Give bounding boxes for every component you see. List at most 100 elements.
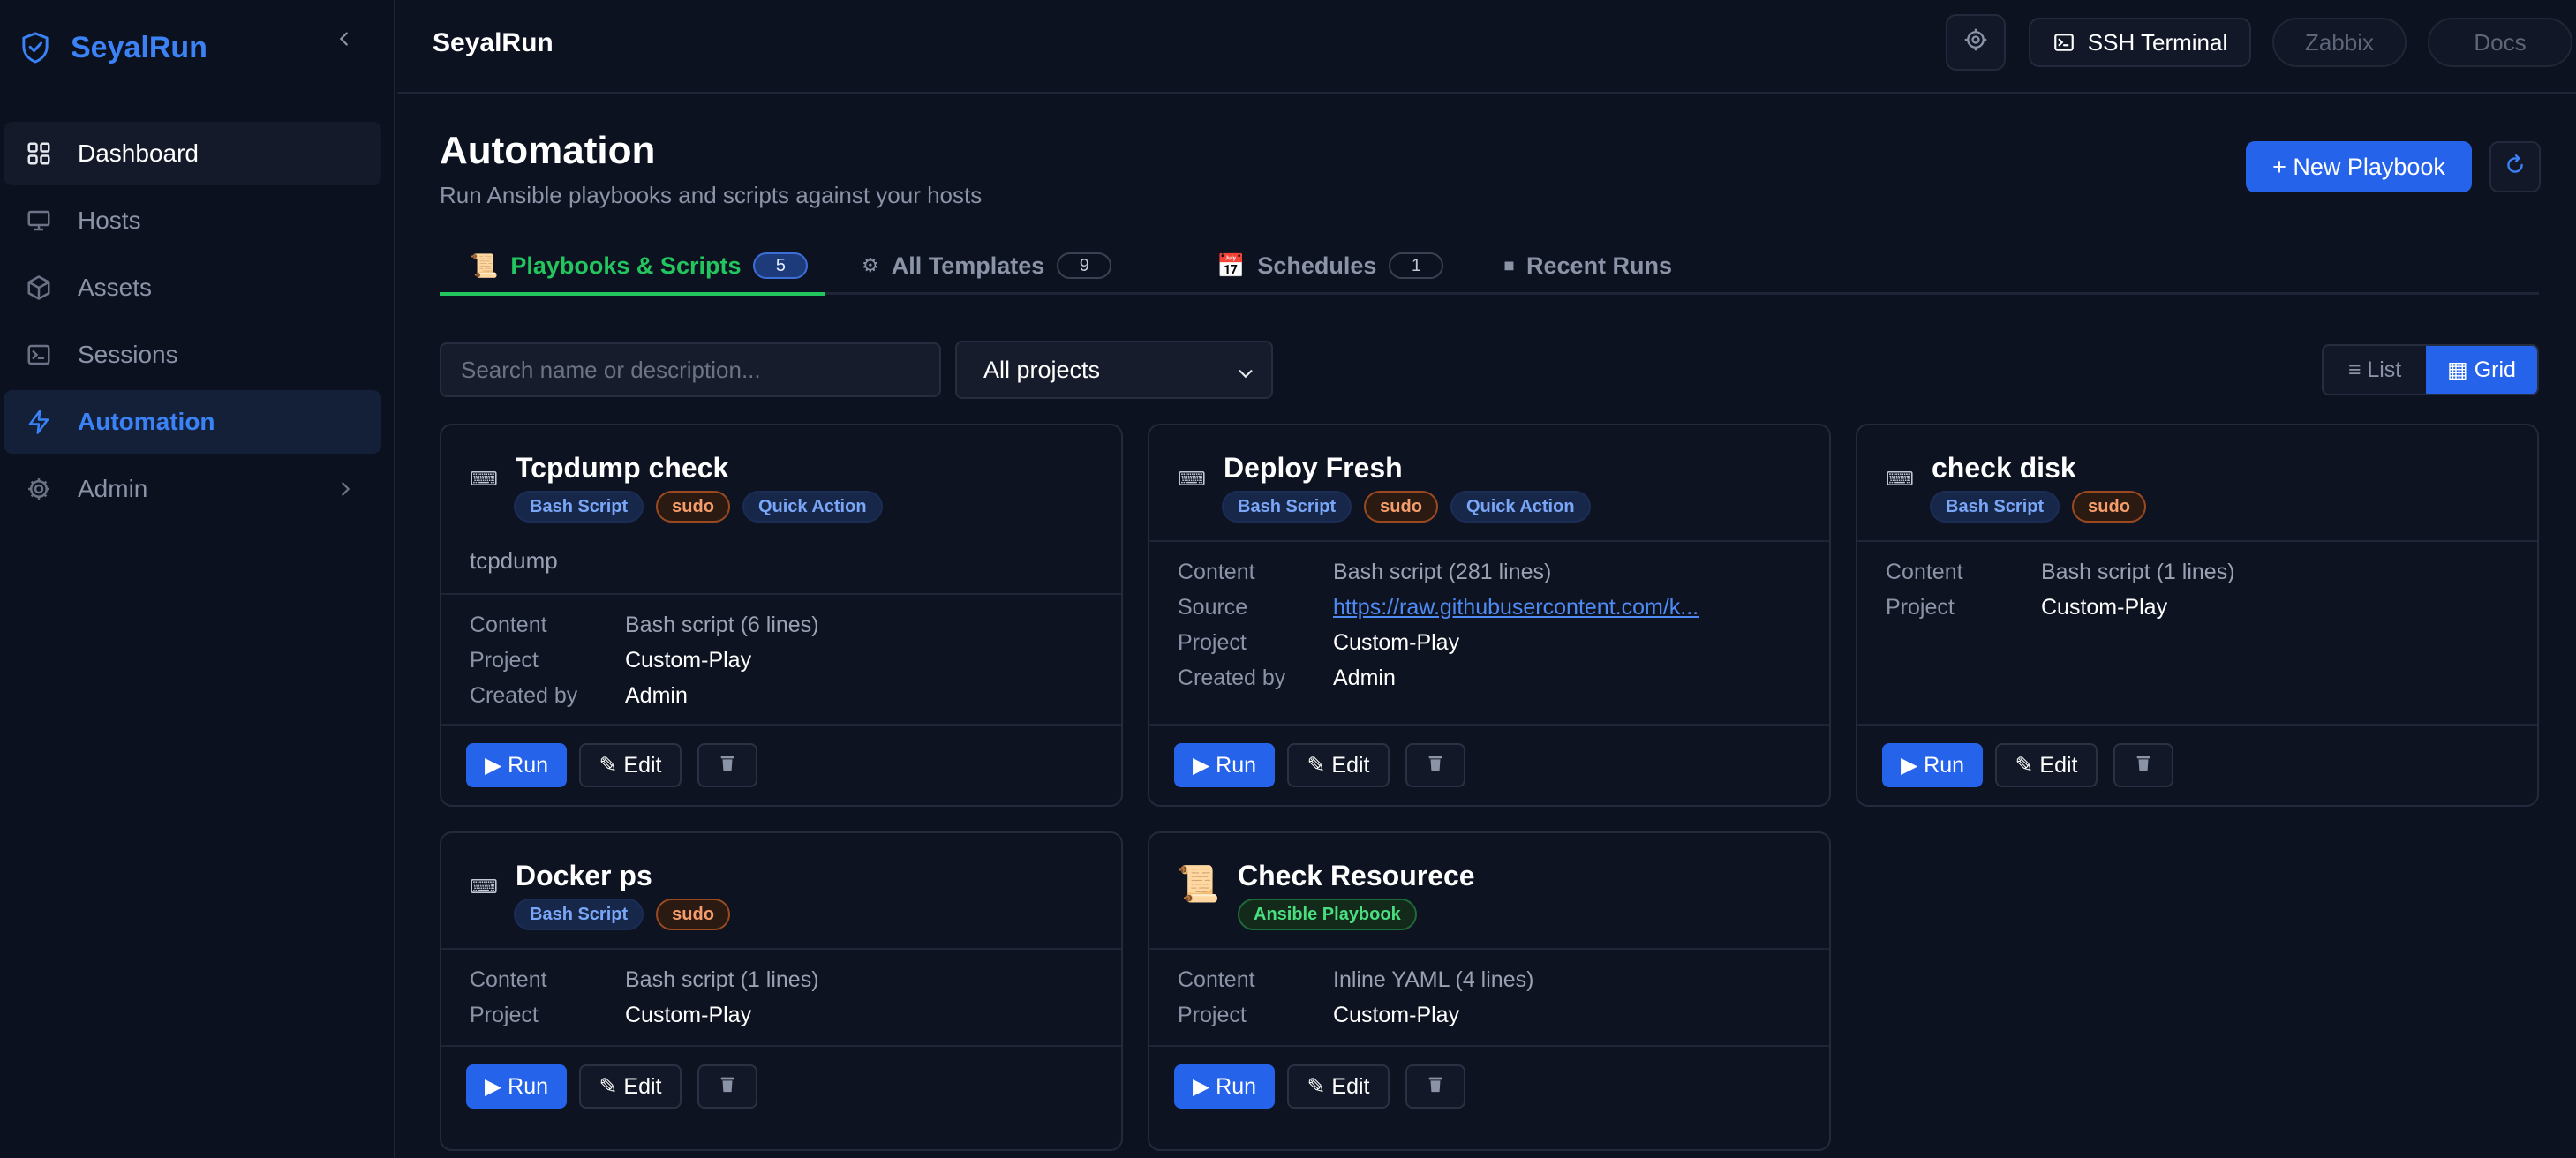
gear-icon — [1963, 27, 1988, 58]
scroll-icon: 📜 — [1176, 865, 1220, 904]
ssh-terminal-button[interactable]: SSH Terminal — [2029, 18, 2251, 67]
sidebar-item-sessions[interactable]: Sessions — [4, 323, 381, 387]
delete-button[interactable] — [697, 1064, 757, 1109]
meta-value: Admin — [625, 682, 688, 708]
delete-button[interactable] — [2113, 743, 2173, 787]
card-badges: Bash Script sudo — [514, 899, 742, 930]
run-button[interactable]: ▶ Run — [1174, 1064, 1275, 1109]
tab-all-templates[interactable]: ⚙ All Templates 9 — [862, 237, 1112, 295]
edit-button[interactable]: ✎ Edit — [579, 743, 682, 787]
card-badges: Bash Script sudo Quick Action — [1222, 491, 1603, 523]
meta-row: Content Bash script (1 lines) — [470, 962, 1093, 997]
card-title: Check Resourece — [1238, 860, 1475, 891]
grid-icon — [23, 138, 55, 169]
meta-value: Custom-Play — [625, 647, 752, 673]
sidebar-item-assets[interactable]: Assets — [4, 256, 381, 320]
sidebar-item-label: Sessions — [78, 341, 178, 368]
run-button[interactable]: ▶ Run — [1882, 743, 1983, 787]
delete-button[interactable] — [1405, 1064, 1465, 1109]
playbook-card: ⌨ Tcpdump check Bash Script sudo Quick A… — [440, 424, 1123, 807]
sidebar-item-hosts[interactable]: Hosts — [4, 189, 381, 252]
playbook-card: ⌨ Deploy Fresh Bash Script sudo Quick Ac… — [1148, 424, 1831, 807]
badge-sudo: sudo — [1364, 491, 1438, 523]
card-title: check disk — [1932, 452, 2076, 484]
badge-ansible-playbook: Ansible Playbook — [1238, 899, 1417, 930]
meta-key: Project — [470, 647, 539, 673]
meta-row: Project Custom-Play — [470, 997, 1093, 1033]
topbar-title: SeyalRun — [433, 28, 554, 57]
ssh-terminal-label: SSH Terminal — [2087, 28, 2228, 56]
zabbix-button[interactable]: Zabbix — [2272, 18, 2407, 67]
meta-row: Content Bash script (1 lines) — [1886, 554, 2509, 590]
card-meta: Content Bash script (1 lines) Project Cust… — [1886, 554, 2509, 625]
meta-value: Bash script (1 lines) — [625, 966, 819, 992]
meta-row: Created by Admin — [470, 678, 1093, 713]
edit-button[interactable]: ✎ Edit — [579, 1064, 682, 1109]
gear-icon — [23, 473, 55, 505]
meta-value: Admin — [1333, 665, 1396, 690]
collapse-sidebar-button[interactable] — [330, 25, 358, 53]
stop-icon: ⏹ — [1504, 254, 1515, 276]
terminal-icon — [23, 339, 55, 371]
sidebar-item-label: Admin — [78, 475, 148, 502]
refresh-button[interactable] — [2489, 141, 2541, 192]
meta-row: Project Custom-Play — [470, 643, 1093, 678]
sidebar-item-admin[interactable]: Admin — [4, 457, 381, 521]
delete-button[interactable] — [697, 743, 757, 787]
tab-recent-runs[interactable]: ⏹ Recent Runs — [1504, 237, 1672, 295]
card-header: 📜 Check Resourece Ansible Playbook — [1149, 833, 1829, 950]
sidebar-item-automation[interactable]: Automation — [4, 390, 381, 454]
tab-label: All Templates — [891, 252, 1045, 279]
topbar: SeyalRun SSH Terminal Zabbix Docs — [397, 0, 2576, 94]
delete-button[interactable] — [1405, 743, 1465, 787]
grid-view-button[interactable]: ▦ Grid — [2426, 346, 2537, 394]
project-select[interactable]: All projects — [955, 341, 1273, 399]
search-input[interactable] — [440, 342, 941, 397]
sidebar-nav: Dashboard Hosts Assets Sessions Automati… — [0, 122, 395, 524]
card-title: Docker ps — [516, 860, 652, 891]
settings-button[interactable] — [1946, 14, 2006, 71]
playbook-card: 📜 Check Resourece Ansible Playbook Conte… — [1148, 831, 1831, 1151]
badge-bash-script: Bash Script — [1930, 491, 2060, 523]
list-view-button[interactable]: ≡ List — [2324, 346, 2426, 394]
terminal-icon — [2053, 31, 2075, 54]
meta-row: Project Custom-Play — [1886, 590, 2509, 625]
trash-icon — [2134, 752, 2153, 779]
meta-row: Created by Admin — [1178, 660, 1801, 696]
tab-playbooks-scripts[interactable]: 📜 Playbooks & Scripts 5 — [470, 237, 809, 295]
tab-schedules[interactable]: 📅 Schedules 1 — [1216, 237, 1444, 295]
monitor-icon — [23, 205, 55, 237]
new-playbook-button[interactable]: + New Playbook — [2246, 141, 2472, 192]
badge-quick-action: Quick Action — [1450, 491, 1591, 523]
card-actions: ▶ Run ✎ Edit — [1149, 1045, 1829, 1149]
tab-label: Recent Runs — [1526, 252, 1673, 279]
source-link[interactable]: https://raw.githubusercontent.com/k... — [1333, 595, 1699, 620]
tab-label: Playbooks & Scripts — [510, 252, 742, 279]
keyboard-icon: ⌨ — [1178, 468, 1206, 490]
edit-button[interactable]: ✎ Edit — [1995, 743, 2098, 787]
run-button[interactable]: ▶ Run — [466, 1064, 567, 1109]
edit-button[interactable]: ✎ Edit — [1287, 1064, 1390, 1109]
badge-quick-action: Quick Action — [742, 491, 883, 523]
run-button[interactable]: ▶ Run — [1174, 743, 1275, 787]
docs-button[interactable]: Docs — [2428, 18, 2572, 67]
sidebar-item-label: Assets — [78, 274, 153, 301]
meta-row: Project Custom-Play — [1178, 997, 1801, 1033]
sidebar-item-label: Dashboard — [78, 139, 199, 167]
tab-label: Schedules — [1257, 252, 1377, 279]
bolt-icon — [23, 406, 55, 438]
meta-key: Project — [1178, 629, 1247, 655]
keyboard-icon: ⌨ — [1886, 468, 1914, 490]
card-header: ⌨ Tcpdump check Bash Script sudo Quick A… — [441, 425, 1121, 595]
meta-key: Created by — [470, 682, 578, 708]
meta-key: Project — [1886, 594, 1955, 620]
meta-value: Bash script (6 lines) — [625, 612, 819, 637]
edit-button[interactable]: ✎ Edit — [1287, 743, 1390, 787]
sidebar-item-dashboard[interactable]: Dashboard — [4, 122, 381, 185]
brand-name: SeyalRun — [71, 30, 207, 64]
badge-sudo: sudo — [656, 491, 730, 523]
tab-count: 1 — [1389, 252, 1444, 279]
run-button[interactable]: ▶ Run — [466, 743, 567, 787]
trash-icon — [1426, 1073, 1445, 1101]
main-content: Automation Run Ansible playbooks and scr… — [397, 95, 2576, 1158]
